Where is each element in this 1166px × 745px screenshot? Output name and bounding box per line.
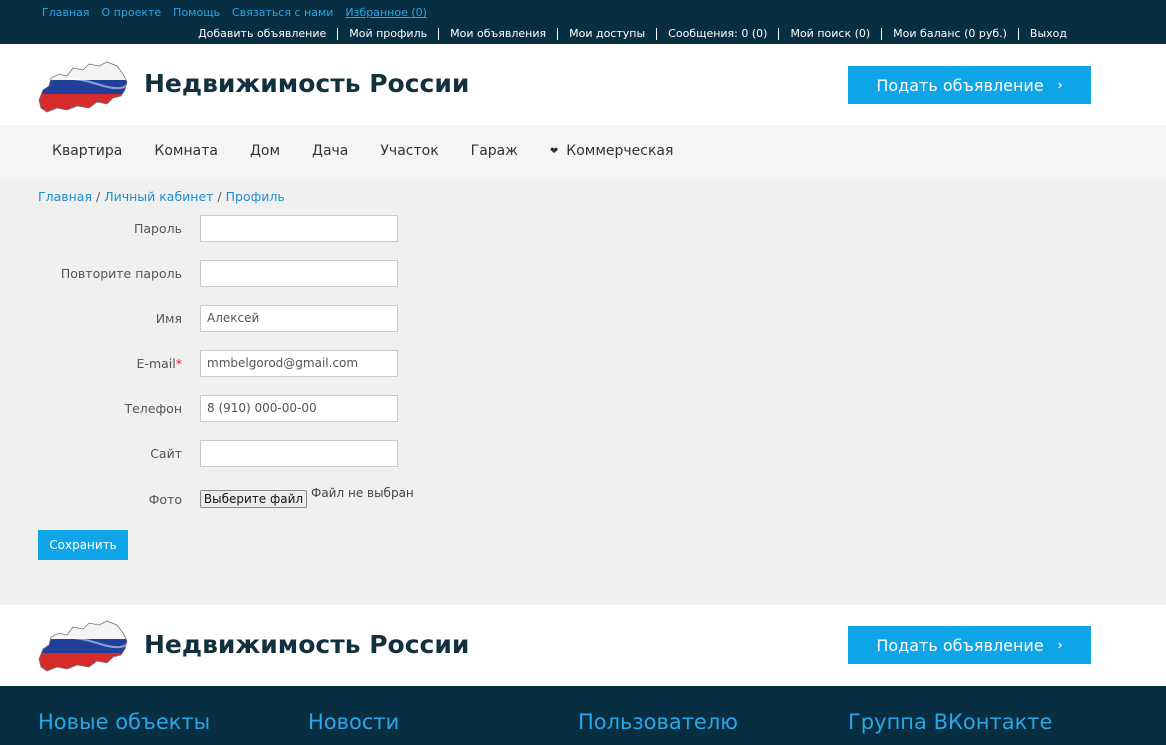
form-row-site: Сайт: [0, 440, 420, 468]
nav-item-commercial-label: Коммерческая: [566, 143, 674, 159]
site-input[interactable]: [200, 440, 398, 467]
user-menu-search[interactable]: Мой поиск (0): [778, 28, 881, 40]
choose-file-button[interactable]: Выберите файл: [200, 490, 307, 508]
top-link-home[interactable]: Главная: [42, 6, 90, 19]
file-status: Файл не выбран: [311, 486, 414, 500]
repeat-password-label: Повторите пароль: [60, 266, 182, 281]
email-label: E-mail: [136, 356, 176, 371]
top-link-about[interactable]: О проекте: [102, 6, 162, 19]
user-menu-messages[interactable]: Сообщения: 0 (0): [656, 28, 778, 40]
top-link-favorites[interactable]: Избранное (0): [345, 6, 427, 19]
chevron-down-icon: ❤: [549, 145, 559, 157]
russia-flag-map-icon[interactable]: [37, 60, 129, 114]
phone-label: Телефон: [124, 401, 182, 416]
name-label: Имя: [155, 311, 182, 326]
name-input[interactable]: Алексей: [200, 305, 398, 332]
footer-col-vk-group[interactable]: Группа ВКонтакте: [848, 710, 1052, 734]
email-label-wrap: E-mail*: [137, 356, 182, 371]
password-input[interactable]: [200, 215, 398, 242]
user-menu-access[interactable]: Мои доступы: [557, 28, 656, 40]
footer: Новые объекты Новости Пользователю Групп…: [0, 686, 1166, 745]
breadcrumb-cabinet[interactable]: Личный кабинет: [104, 189, 213, 204]
nav-item-dacha[interactable]: Дача: [312, 143, 348, 159]
form-row-phone: Телефон 8 (910) 000-00-00: [0, 395, 420, 423]
footer-col-new-objects[interactable]: Новые объекты: [38, 710, 210, 734]
post-ad-button[interactable]: Подать объявление ›: [848, 66, 1091, 104]
post-ad-label: Подать объявление: [876, 75, 1044, 95]
user-menu-balance[interactable]: Мои баланс (0 руб.): [881, 28, 1018, 40]
chevron-right-icon: ›: [1057, 638, 1063, 652]
save-button[interactable]: Сохранить: [38, 530, 128, 560]
footer-col-news[interactable]: Новости: [308, 710, 399, 734]
user-menu-profile[interactable]: Мой профиль: [337, 28, 438, 40]
nav-item-commercial[interactable]: ❤ Коммерческая: [550, 143, 674, 159]
breadcrumb-separator: /: [95, 189, 101, 204]
form-row-password: Пароль: [0, 215, 420, 243]
repeat-password-input[interactable]: [200, 260, 398, 287]
nav-item-house[interactable]: Дом: [250, 143, 280, 159]
site-header: Недвижимость России Подать объявление ›: [0, 44, 1166, 125]
user-menu-logout[interactable]: Выход: [1017, 28, 1078, 40]
form-row-repeat-password: Повторите пароль: [0, 260, 420, 288]
breadcrumb-home[interactable]: Главная: [38, 189, 92, 204]
site-label: Сайт: [150, 446, 182, 461]
nav-item-apartment[interactable]: Квартира: [52, 143, 122, 159]
nav-item-room[interactable]: Комната: [154, 143, 218, 159]
email-input[interactable]: mmbelgorod@gmail.com: [200, 350, 398, 377]
top-bar: Главная О проекте Помощь Связаться с нам…: [0, 0, 1166, 44]
top-links: Главная О проекте Помощь Связаться с нам…: [42, 6, 427, 19]
photo-label: Фото: [148, 492, 182, 507]
site-title[interactable]: Недвижимость России: [144, 69, 469, 98]
footer-site-title[interactable]: Недвижимость России: [144, 630, 469, 659]
russia-flag-map-icon[interactable]: [37, 619, 129, 673]
footer-post-ad-button[interactable]: Подать объявление ›: [848, 626, 1091, 664]
footer-post-ad-label: Подать объявление: [876, 635, 1044, 655]
user-menu: Добавить объявление Мой профиль Мои объя…: [187, 28, 1078, 40]
form-row-email: E-mail* mmbelgorod@gmail.com: [0, 350, 420, 378]
footer-header: Недвижимость России Подать объявление ›: [0, 605, 1166, 686]
password-label: Пароль: [134, 221, 182, 236]
user-menu-add-ad[interactable]: Добавить объявление: [187, 28, 337, 40]
breadcrumb: Главная / Личный кабинет / Профиль: [38, 189, 285, 204]
top-link-contact[interactable]: Связаться с нами: [232, 6, 333, 19]
nav-item-plot[interactable]: Участок: [380, 143, 438, 159]
required-mark: *: [175, 356, 182, 371]
top-link-help[interactable]: Помощь: [173, 6, 220, 19]
nav-item-garage[interactable]: Гараж: [471, 143, 518, 159]
form-row-photo: Фото Выберите файл Файл не выбран: [0, 486, 420, 518]
footer-col-user[interactable]: Пользователю: [578, 710, 738, 734]
phone-input[interactable]: 8 (910) 000-00-00: [200, 395, 398, 422]
breadcrumb-profile[interactable]: Профиль: [226, 189, 285, 204]
user-menu-my-ads[interactable]: Мои объявления: [438, 28, 557, 40]
category-nav: Квартира Комната Дом Дача Участок Гараж …: [0, 125, 1166, 179]
chevron-right-icon: ›: [1057, 78, 1063, 92]
breadcrumb-separator: /: [217, 189, 222, 204]
form-row-name: Имя Алексей: [0, 305, 420, 333]
